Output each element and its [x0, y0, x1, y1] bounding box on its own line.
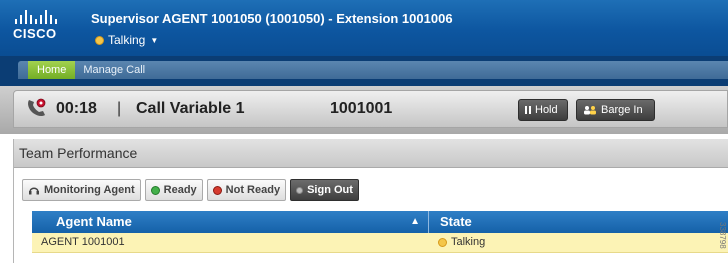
cisco-bars-icon [15, 10, 57, 24]
sign-out-button[interactable]: Sign Out [290, 179, 359, 201]
not-ready-button[interactable]: Not Ready [206, 179, 287, 201]
call-variable-label: Call Variable 1 [136, 100, 245, 117]
barge-in-button[interactable]: Barge In [576, 99, 655, 121]
call-control-panel: 00:18 | Call Variable 1 1001001 Hold Bar… [13, 90, 728, 128]
team-table: Agent Name ▲ State AGENT 1001001 Talking [32, 211, 728, 253]
pause-icon [525, 106, 531, 114]
call-control-bar: 00:18 | Call Variable 1 1001001 Hold Bar… [0, 86, 728, 134]
ready-label: Ready [163, 184, 197, 196]
table-row[interactable]: AGENT 1001001 Talking [32, 233, 728, 253]
barge-in-label: Barge In [601, 104, 643, 116]
nav-bar: Home Manage Call [0, 56, 728, 86]
monitoring-agent-button[interactable]: Monitoring Agent [22, 179, 141, 201]
ready-status-icon [150, 185, 160, 195]
app-header: CISCO Supervisor AGENT 1001050 (1001050)… [0, 0, 728, 56]
not-ready-label: Not Ready [225, 184, 281, 196]
talking-status-icon [95, 35, 104, 45]
chevron-down-icon: ▼ [150, 35, 159, 45]
logo-wordmark: CISCO [13, 26, 57, 41]
figure-id-watermark: 338798 [718, 222, 727, 249]
team-toolbar: Monitoring Agent Ready Not Ready Sign Ou… [22, 179, 359, 201]
cisco-logo: CISCO [13, 10, 57, 41]
agent-name-header-label: Agent Name [56, 214, 132, 229]
agent-name-cell: AGENT 1001001 [41, 236, 125, 248]
hold-button[interactable]: Hold [518, 99, 568, 121]
separator: | [117, 100, 122, 117]
hold-label: Hold [535, 104, 558, 116]
column-header-agent-name[interactable]: Agent Name ▲ [32, 211, 429, 233]
nav-tabs: Home Manage Call [18, 61, 728, 79]
headset-icon [29, 187, 39, 195]
sign-out-label: Sign Out [307, 184, 353, 196]
not-ready-status-icon [212, 185, 222, 195]
caller-number: 1001001 [330, 100, 393, 117]
agent-status-dropdown[interactable]: Talking ▼ [95, 33, 158, 47]
window-title: Supervisor AGENT 1001050 (1001050) - Ext… [91, 11, 453, 26]
status-label: Talking [108, 33, 146, 47]
column-header-state[interactable]: State [429, 211, 472, 233]
talking-state-icon [438, 238, 447, 247]
table-header: Agent Name ▲ State [32, 211, 728, 233]
sort-ascending-icon: ▲ [410, 216, 420, 227]
ready-button[interactable]: Ready [144, 179, 203, 201]
barge-in-icon [584, 106, 596, 115]
tab-home[interactable]: Home [28, 61, 76, 79]
phone-icon [28, 98, 46, 117]
call-timer: 00:18 [56, 100, 97, 117]
team-performance-panel: Team Performance Monitoring Agent Ready … [13, 139, 728, 263]
monitoring-agent-label: Monitoring Agent [44, 184, 135, 196]
panel-title: Team Performance [14, 139, 728, 168]
state-cell: Talking [429, 233, 485, 252]
tab-manage-call[interactable]: Manage Call [75, 61, 153, 79]
state-label: Talking [451, 236, 486, 248]
sign-out-icon [296, 186, 304, 194]
